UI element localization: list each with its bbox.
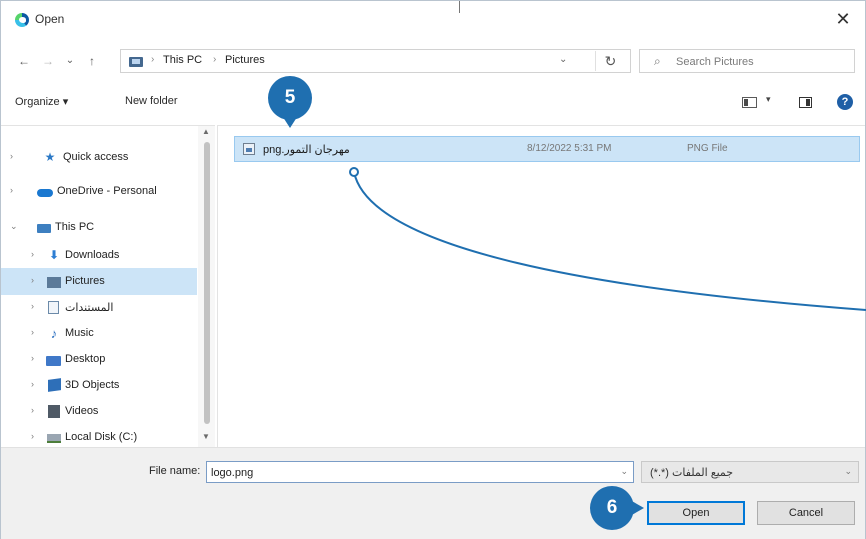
collapse-chevron-icon[interactable]: ⌄ [10,221,18,232]
sidebar-item-label: Local Disk (C:) [65,431,138,443]
address-history-dropdown[interactable]: ⌄ [559,54,567,65]
sidebar-item-label: OneDrive - Personal [57,185,157,197]
scroll-up-arrow-icon[interactable]: ▲ [202,127,210,136]
file-name-input[interactable] [211,465,611,480]
sidebar-item-label: 3D Objects [65,379,120,391]
step-5-callout: 5 [268,76,312,128]
preview-pane-icon[interactable] [799,97,812,108]
expand-chevron-icon[interactable]: › [31,301,34,311]
sidebar-item-quick-access[interactable]: › ★ Quick access [1,144,197,171]
expand-chevron-icon[interactable]: › [31,379,34,389]
file-type: PNG File [687,143,728,154]
file-name-label: File name: [149,465,201,477]
edge-browser-icon [15,13,29,27]
file-type-filter-value: جميع الملفات (*.*) [650,467,734,479]
desktop-icon [46,356,61,366]
expand-chevron-icon[interactable]: › [10,185,13,195]
view-options-dropdown[interactable]: ▾ [766,94,771,105]
computer-icon [37,224,51,233]
sidebar-item-label: Quick access [63,151,129,163]
cube-icon [48,378,61,392]
address-toolbar: ← → ⌄ ↑ › This PC › Pictures ⌄ ↻ ⌕ [1,43,865,79]
sidebar-item-videos[interactable]: › Videos [1,398,197,425]
navigation-scrollbar[interactable]: ▲ ▼ [198,126,215,448]
up-folder-button[interactable]: ↑ [83,51,101,71]
sidebar-item-music[interactable]: › ♪ Music [1,320,197,347]
file-name: مهرجان التمور.png [263,144,350,156]
recent-locations-button[interactable]: ⌄ [61,51,79,71]
sidebar-item-downloads[interactable]: › ⬇ Downloads [1,242,197,269]
pictures-folder-icon [129,57,143,67]
sidebar-item-label: This PC [55,221,95,233]
back-button[interactable]: ← [15,51,33,71]
sidebar-item-3d-objects[interactable]: › 3D Objects [1,372,197,399]
breadcrumb-pictures[interactable]: Pictures [225,54,265,66]
forward-button[interactable]: → [39,51,57,71]
sidebar-item-label: المستندات [65,302,114,314]
chevron-down-icon[interactable]: ⌄ [844,466,852,477]
cancel-button[interactable]: Cancel [757,501,855,525]
expand-chevron-icon[interactable]: › [31,431,34,441]
dialog-title: Open [35,12,65,26]
breadcrumb-separator: › [213,54,217,65]
expand-chevron-icon[interactable]: › [31,327,34,337]
cloud-icon [37,189,53,197]
sidebar-item-pictures[interactable]: › Pictures [1,268,197,295]
music-icon: ♪ [50,326,58,341]
title-bar: Open ✕ [1,1,865,41]
help-icon[interactable]: ? [837,94,853,110]
expand-chevron-icon[interactable]: › [31,275,34,285]
disk-icon [47,434,61,443]
file-list: مهرجان التمور.png 8/12/2022 5:31 PM PNG … [217,125,865,447]
file-name-combobox[interactable]: ⌄ [206,461,634,483]
video-icon [48,405,60,418]
file-row-selected[interactable]: مهرجان التمور.png 8/12/2022 5:31 PM PNG … [234,136,860,162]
search-icon: ⌕ [654,54,661,68]
open-button[interactable]: Open [647,501,745,525]
sidebar-item-label: Music [65,327,94,339]
new-folder-button[interactable]: New folder [125,95,178,107]
sidebar-item-label: Downloads [65,249,120,261]
navigation-pane: › ★ Quick access › OneDrive - Personal ⌄… [1,125,215,448]
sidebar-item-desktop[interactable]: › Desktop [1,346,197,373]
file-type-filter[interactable]: جميع الملفات (*.*) ⌄ [641,461,859,483]
background-window-edge [459,1,460,13]
command-bar: Organize ▾ New folder ▾ ? [1,85,865,119]
sidebar-item-label: Pictures [65,275,105,287]
expand-chevron-icon[interactable]: › [10,151,13,161]
pictures-icon [47,277,61,288]
star-icon: ★ [44,150,56,164]
address-bar[interactable]: › This PC › Pictures ⌄ ↻ [120,49,631,73]
image-file-icon [243,143,255,155]
chevron-down-icon[interactable]: ⌄ [620,466,628,477]
organize-button[interactable]: Organize ▾ [15,95,68,108]
expand-chevron-icon[interactable]: › [31,405,34,415]
documents-icon [48,301,59,314]
search-box[interactable]: ⌕ [639,49,855,73]
breadcrumb-this-pc[interactable]: This PC [163,54,202,66]
sidebar-item-this-pc[interactable]: ⌄ This PC [1,214,197,241]
change-view-icon[interactable] [742,97,757,108]
sidebar-item-label: Videos [65,405,99,417]
file-date-modified: 8/12/2022 5:31 PM [527,143,612,154]
expand-chevron-icon[interactable]: › [31,353,34,363]
open-file-dialog: Open ✕ ← → ⌄ ↑ › This PC › Pictures ⌄ ↻ … [0,0,866,539]
sidebar-item-onedrive[interactable]: › OneDrive - Personal [1,178,197,205]
sidebar-item-label: Desktop [65,353,106,365]
download-icon: ⬇ [48,248,60,262]
breadcrumb-separator: › [151,54,155,65]
refresh-button[interactable]: ↻ [595,51,625,71]
expand-chevron-icon[interactable]: › [31,249,34,259]
scroll-down-arrow-icon[interactable]: ▼ [202,432,210,441]
step-6-callout: 6 [590,486,644,530]
close-button[interactable]: ✕ [831,7,855,31]
file-name-bar: File name: ⌄ جميع الملفات (*.*) ⌄ Open C… [1,447,865,539]
search-input[interactable] [676,54,846,69]
scrollbar-thumb[interactable] [204,142,210,424]
sidebar-item-documents[interactable]: › المستندات [1,294,197,321]
